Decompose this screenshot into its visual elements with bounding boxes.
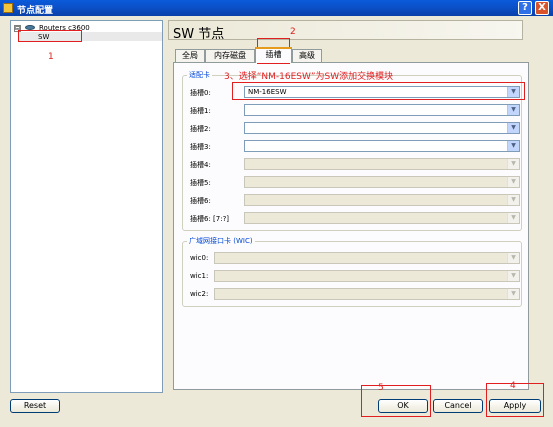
wic-label: wic0: (190, 254, 209, 262)
page-header: SW 节点 (168, 20, 523, 42)
slot-label: 插槽5: (190, 179, 211, 187)
wic-group-label: 广域网接口卡 (WIC) (187, 236, 255, 246)
slot5-select: ▼ (244, 176, 520, 188)
slot-label: 插槽0: (190, 89, 211, 97)
help-button[interactable]: ? (518, 1, 532, 15)
slot4-select: ▼ (244, 158, 520, 170)
chevron-down-icon[interactable]: ▼ (507, 105, 519, 115)
annotation-number-2: 2 (290, 27, 296, 37)
slot-label: 插槽6: [7:?] (190, 215, 230, 223)
close-button[interactable]: X (535, 1, 549, 15)
annotation-box-5 (361, 385, 431, 417)
node-tree[interactable]: ⊟ Routers c3600 SW (10, 20, 163, 393)
chevron-down-icon: ▼ (507, 271, 519, 281)
chevron-down-icon[interactable]: ▼ (507, 123, 519, 133)
annotation-step-3: 3、选择“NM-16ESW”为SW添加交换模块 (224, 72, 394, 82)
title-bar: 节点配置 ? X (0, 0, 553, 16)
wic2-select: ▼ (214, 288, 520, 300)
chevron-down-icon: ▼ (507, 253, 519, 263)
annotation-number-1: 1 (48, 52, 54, 62)
slot7-select: ▼ (244, 212, 520, 224)
slot-label: 插槽3: (190, 143, 211, 151)
annotation-box-3 (232, 82, 525, 100)
wic0-select: ▼ (214, 252, 520, 264)
slot-label: 插槽1: (190, 107, 211, 115)
app-icon (3, 3, 13, 13)
page-title: SW 节点 (173, 27, 225, 42)
slot-label: 插槽4: (190, 161, 211, 169)
tab-global[interactable]: 全局 (175, 49, 205, 62)
cancel-button[interactable]: Cancel (433, 399, 483, 413)
annotation-box-4 (486, 383, 544, 417)
chevron-down-icon: ▼ (507, 177, 519, 187)
annotation-box-1 (18, 30, 82, 42)
slot-label: 插槽2: (190, 125, 211, 133)
chevron-down-icon: ▼ (507, 289, 519, 299)
chevron-down-icon: ▼ (507, 159, 519, 169)
tab-slots[interactable]: 插槽 (255, 47, 292, 63)
slot3-select[interactable]: ▼ (244, 140, 520, 152)
slot2-select[interactable]: ▼ (244, 122, 520, 134)
chevron-down-icon: ▼ (507, 213, 519, 223)
slot6-select: ▼ (244, 194, 520, 206)
window-title: 节点配置 (17, 6, 54, 16)
reset-button[interactable]: Reset (10, 399, 60, 413)
slot1-select[interactable]: ▼ (244, 104, 520, 116)
chevron-down-icon: ▼ (507, 195, 519, 205)
tab-memory-disk[interactable]: 内存磁盘 (205, 49, 255, 62)
wic-label: wic1: (190, 272, 209, 280)
tab-advanced[interactable]: 高级 (292, 49, 322, 62)
slots-panel: 适配卡 插槽0: NM-16ESW ▼ 插槽1: ▼ 插槽2: ▼ 插槽3: ▼… (173, 62, 529, 390)
chevron-down-icon[interactable]: ▼ (507, 141, 519, 151)
slot-label: 插槽6: (190, 197, 211, 205)
adapters-group-label: 适配卡 (187, 70, 212, 80)
wic-label: wic2: (190, 290, 209, 298)
wic1-select: ▼ (214, 270, 520, 282)
